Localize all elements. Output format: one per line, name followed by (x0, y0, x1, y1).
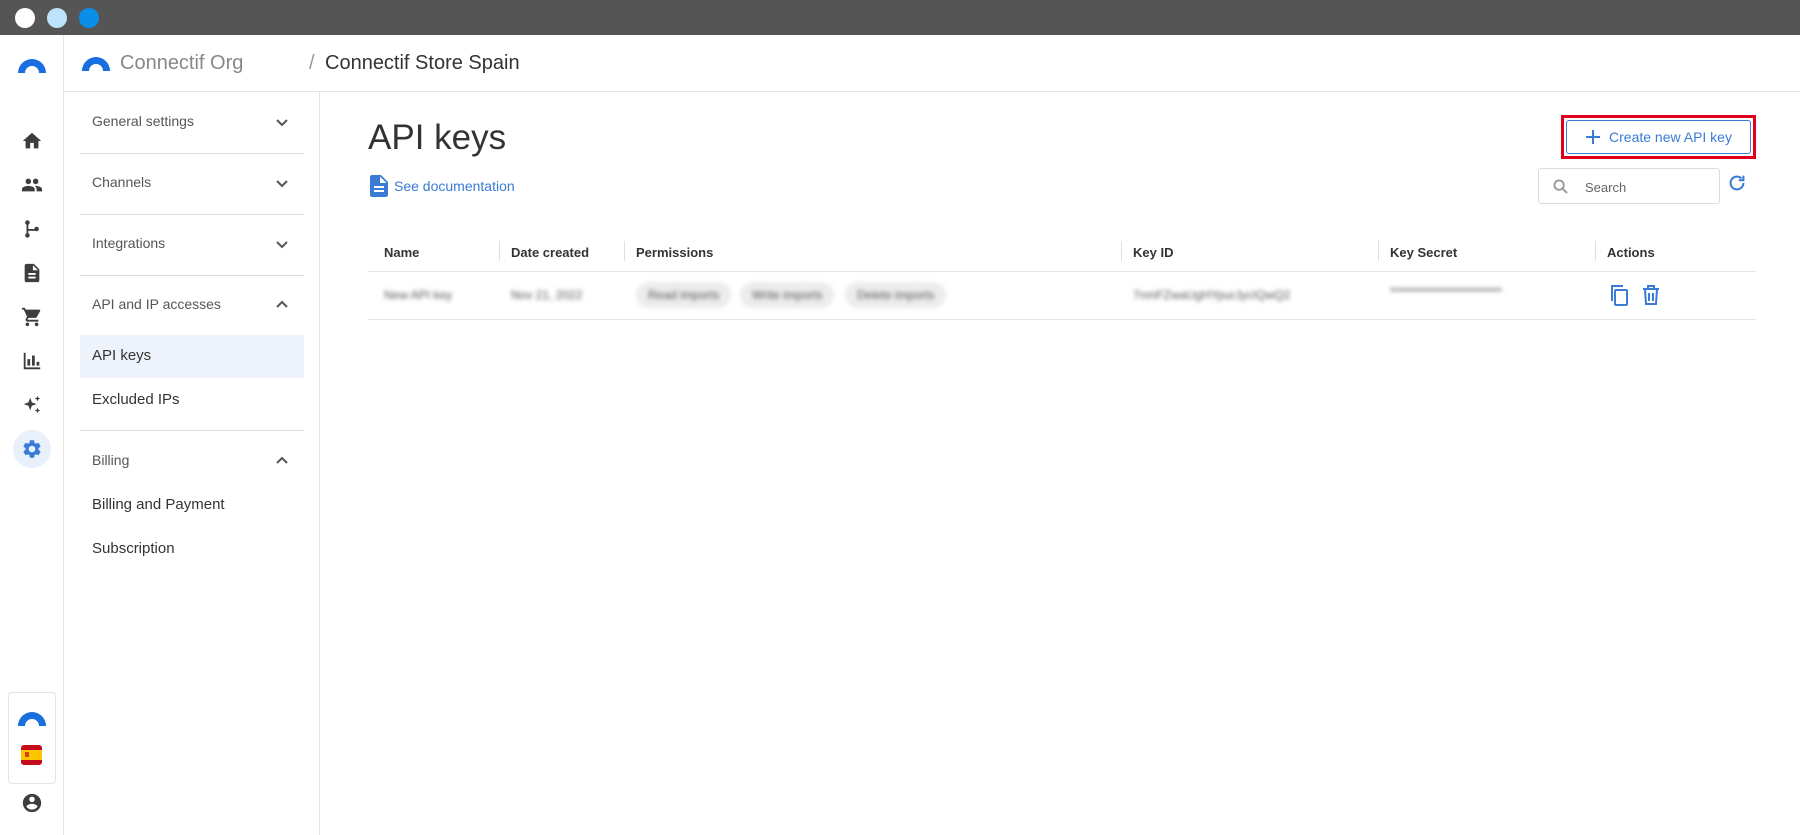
window-minimize-button[interactable] (47, 8, 67, 28)
reports-icon[interactable] (13, 342, 51, 380)
nav-item-label: Billing and Payment (92, 496, 225, 513)
nav-section-integrations[interactable]: Integrations (80, 214, 304, 276)
nav-section-general-settings[interactable]: General settings (80, 92, 304, 154)
refresh-icon[interactable] (1726, 172, 1750, 196)
cell-date-created: Nov 21, 2022 (511, 288, 583, 302)
nav-section-label: Channels (92, 174, 152, 190)
chevron-up-icon (274, 297, 290, 313)
breadcrumb-separator: / (309, 52, 315, 74)
cell-key-id: 7nmFZwaUgHYpurJycIQwQ2 (1133, 288, 1291, 302)
permission-chip: Write imports (740, 282, 835, 308)
nav-item-label: Subscription (92, 540, 175, 557)
settings-nav: General settings Channels Integrations A… (64, 92, 320, 835)
main-nav-rail (0, 35, 64, 835)
connectif-logo-icon (80, 53, 112, 76)
spain-flag-icon (21, 745, 42, 765)
chevron-up-icon (274, 453, 290, 469)
nav-item-label: Excluded IPs (92, 391, 180, 408)
column-header-key-secret[interactable]: Key Secret (1390, 245, 1457, 260)
table-row[interactable]: New API key Nov 21, 2022 Read imports Wr… (368, 272, 1756, 320)
ai-icon[interactable] (13, 386, 51, 424)
cell-name: New API key (384, 288, 453, 302)
home-icon[interactable] (13, 122, 51, 160)
nav-section-label: Billing (92, 452, 130, 468)
search-input[interactable] (1583, 176, 1712, 198)
window-maximize-button[interactable] (79, 8, 99, 28)
permission-chip: Read imports (636, 282, 732, 308)
column-header-actions: Actions (1607, 245, 1655, 260)
search-field (1538, 168, 1720, 204)
cell-key-secret: •••••••••••••••••••••••••••••••• (1390, 285, 1503, 296)
column-header-key-id[interactable]: Key ID (1133, 245, 1173, 260)
nav-item-label: API keys (92, 347, 152, 364)
nav-section-api-and-ip-accesses[interactable]: API and IP accesses (80, 275, 304, 336)
nav-section-label: General settings (92, 113, 194, 129)
page-title: API keys (368, 118, 507, 157)
breadcrumb: Connectif Org / Connectif Store Spain (64, 35, 1800, 92)
column-divider (1595, 241, 1596, 261)
main-content: API keys See documentation Create new AP… (320, 92, 1800, 835)
copy-icon[interactable] (1607, 283, 1631, 307)
chevron-down-icon (274, 236, 290, 252)
contacts-icon[interactable] (13, 166, 51, 204)
see-documentation-label: See documentation (394, 178, 515, 194)
api-keys-table: Name Date created Permissions Key ID Key… (368, 237, 1756, 320)
create-new-api-key-button[interactable]: Create new API key (1566, 120, 1751, 154)
table-header: Name Date created Permissions Key ID Key… (368, 237, 1756, 272)
settings-icon[interactable] (13, 430, 51, 468)
column-divider (1378, 241, 1379, 261)
nav-item-api-keys[interactable]: API keys (80, 335, 304, 378)
document-icon (370, 175, 388, 197)
see-documentation-link[interactable]: See documentation (370, 175, 515, 197)
nav-section-billing[interactable]: Billing (80, 431, 304, 492)
search-icon (1553, 179, 1568, 194)
store-switcher[interactable] (8, 692, 56, 784)
content-icon[interactable] (13, 254, 51, 292)
nav-item-excluded-ips[interactable]: Excluded IPs (80, 379, 304, 422)
nav-section-channels[interactable]: Channels (80, 153, 304, 215)
connectif-logo-icon[interactable] (16, 55, 48, 78)
nav-section-label: Integrations (92, 235, 166, 251)
chevron-down-icon (274, 114, 290, 130)
window-close-button[interactable] (15, 8, 35, 28)
breadcrumb-org[interactable]: Connectif Org (120, 52, 243, 75)
nav-item-subscription[interactable]: Subscription (80, 528, 304, 571)
store-icon[interactable] (13, 298, 51, 336)
column-header-name[interactable]: Name (384, 245, 419, 260)
column-header-date-created[interactable]: Date created (511, 245, 589, 260)
chevron-down-icon (274, 175, 290, 191)
permission-chip: Delete imports (845, 282, 947, 308)
nav-section-label: API and IP accesses (92, 296, 221, 312)
connectif-logo-icon (16, 708, 48, 731)
breadcrumb-store[interactable]: Connectif Store Spain (325, 52, 520, 75)
column-header-permissions[interactable]: Permissions (636, 245, 713, 260)
create-new-api-key-label: Create new API key (1609, 129, 1732, 145)
column-divider (1121, 241, 1122, 261)
delete-icon[interactable] (1639, 283, 1663, 307)
column-divider (499, 241, 500, 261)
column-divider (624, 241, 625, 261)
plus-icon (1586, 130, 1601, 144)
nav-item-billing-and-payment[interactable]: Billing and Payment (80, 484, 304, 527)
window-titlebar (0, 0, 1800, 35)
workflows-icon[interactable] (13, 210, 51, 248)
account-icon[interactable] (13, 784, 51, 822)
